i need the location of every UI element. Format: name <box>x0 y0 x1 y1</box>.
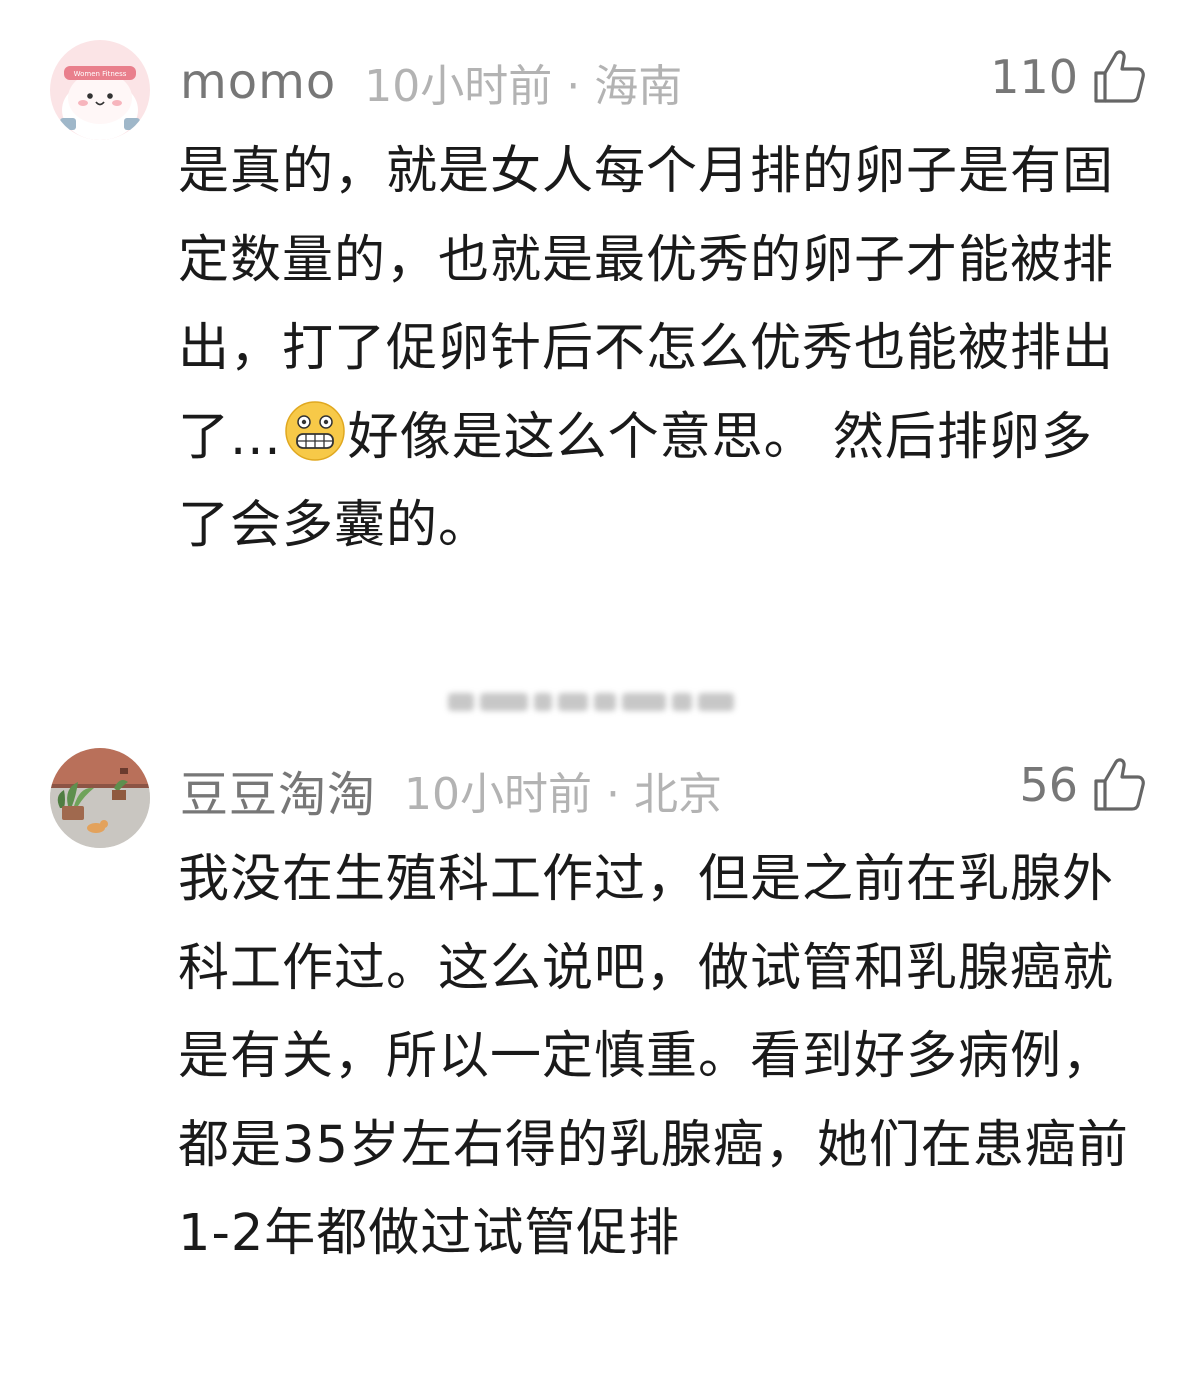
avatar[interactable]: Women Fitness <box>50 40 150 140</box>
avatar[interactable] <box>50 748 150 848</box>
like-count: 110 <box>990 50 1078 104</box>
comment-meta: momo 10小时前 · 海南 <box>180 47 682 117</box>
svg-text:Women Fitness: Women Fitness <box>74 70 127 78</box>
timestamp-location: 10小时前 · 北京 <box>404 769 722 820</box>
fitness-cartoon-avatar-icon: Women Fitness <box>50 40 150 140</box>
thumbs-up-icon <box>1094 50 1145 103</box>
like-button[interactable]: 56 <box>1019 750 1146 820</box>
timestamp-location: 10小时前 · 海南 <box>364 61 683 112</box>
comment-text: 我没在生殖科工作过，但是之前在乳腺外科工作过。这么说吧，做试管和乳腺癌就是有关，… <box>178 850 1129 1263</box>
comment-item: Women Fitness momo 10小时前 · 海南 110 是真的，就是… <box>0 0 1200 660</box>
thumbs-up-icon <box>1094 758 1145 811</box>
username[interactable]: momo <box>180 54 336 110</box>
comment-meta: 豆豆淘淘 10小时前 · 北京 <box>180 755 722 825</box>
grimacing-face-icon <box>284 400 345 461</box>
plants-and-cat-photo-avatar-icon <box>50 748 150 848</box>
like-button[interactable]: 110 <box>990 42 1146 112</box>
like-count: 56 <box>1019 758 1078 812</box>
comment-text: 是真的，就是女人每个月排的卵子是有固定数量的，也就是最优秀的卵子才能被排出，打了… <box>178 128 1138 571</box>
username[interactable]: 豆豆淘淘 <box>180 755 376 825</box>
comment-item: 豆豆淘淘 10小时前 · 北京 56 我没在生殖科工作过，但是之前在乳腺外科工作… <box>0 700 1200 1397</box>
